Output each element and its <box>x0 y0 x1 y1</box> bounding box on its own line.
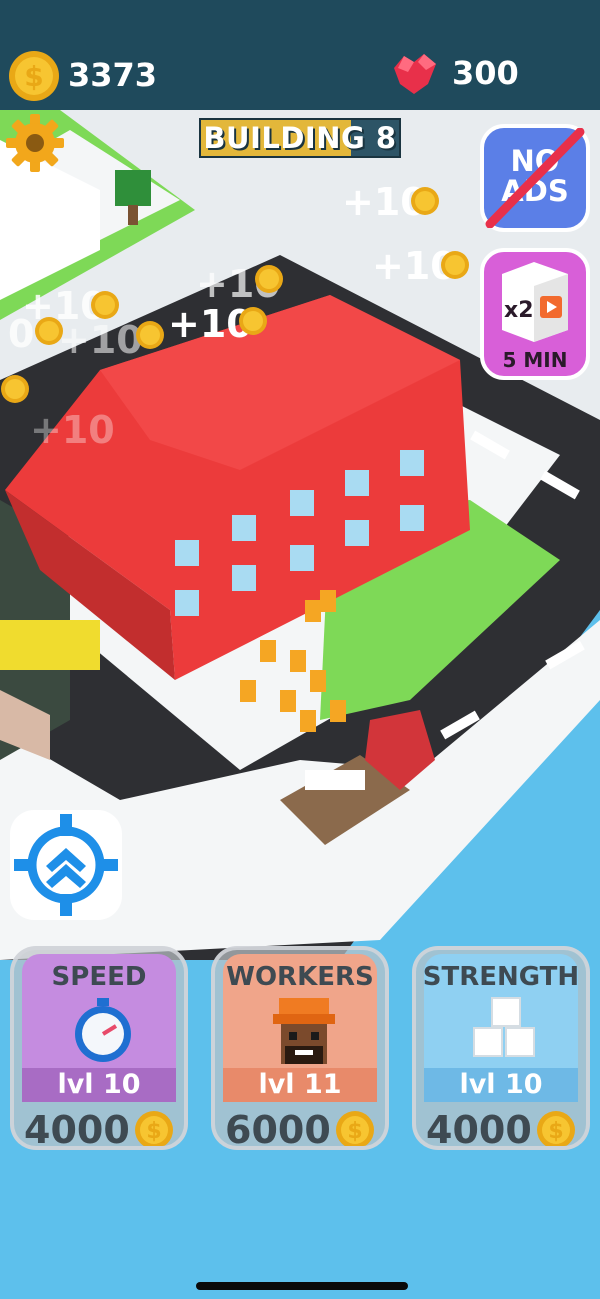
building-progress-banner: BUILDING 8 <box>199 118 401 158</box>
no-ads-button[interactable]: NO ADS <box>480 124 590 232</box>
coin-icon: $ <box>336 1111 374 1146</box>
gem-icon <box>388 50 440 96</box>
upgrade-workers-card[interactable]: WORKERS lvl 11 6000 $ <box>211 946 389 1150</box>
boost-duration: 5 MIN <box>502 348 568 372</box>
coin-icon <box>91 291 119 319</box>
upgrade-level: lvl 10 <box>424 1068 578 1102</box>
coin-icon: $ <box>537 1111 575 1146</box>
reward-popup: +10 <box>58 318 143 362</box>
strike-icon <box>485 128 585 228</box>
upgrade-cost: 4000 <box>426 1108 532 1150</box>
coin-balance: 3373 <box>68 56 158 94</box>
svg-text:$: $ <box>146 1119 161 1144</box>
svg-text:$: $ <box>24 60 43 93</box>
focus-building-button[interactable] <box>10 810 122 920</box>
coin-icon: $ <box>8 50 60 102</box>
upgrade-cost: 6000 <box>225 1108 331 1150</box>
building-label: BUILDING <box>203 121 366 155</box>
building-number: 8 <box>375 121 397 155</box>
upgrade-cost: 4000 <box>24 1108 130 1150</box>
gear-icon <box>6 114 64 172</box>
upgrade-title: WORKERS <box>226 962 374 992</box>
double-income-button[interactable]: x2 5 MIN <box>480 248 590 380</box>
stopwatch-icon <box>75 998 131 1062</box>
coin-icon <box>35 317 63 345</box>
upgrade-level: lvl 11 <box>223 1068 377 1102</box>
svg-text:$: $ <box>548 1119 563 1144</box>
coin-icon <box>255 265 283 293</box>
upgrade-level: lvl 10 <box>22 1068 176 1102</box>
coin-icon <box>411 187 439 215</box>
video-ad-icon <box>502 262 568 342</box>
settings-button[interactable] <box>4 112 66 174</box>
svg-text:$: $ <box>347 1119 362 1144</box>
multiplier-label: x2 <box>504 298 534 323</box>
reward-popup: 0 <box>8 312 35 356</box>
coin-icon <box>239 307 267 335</box>
crosshair-arrows-icon <box>14 814 118 916</box>
upgrade-title: SPEED <box>51 962 147 992</box>
stacked-blocks-icon <box>473 997 535 1057</box>
worker-helmet-icon <box>273 998 335 1064</box>
upgrade-title: STRENGTH <box>422 962 580 992</box>
coin-icon <box>441 251 469 279</box>
coin-icon <box>136 321 164 349</box>
reward-popup: +10 <box>30 408 115 452</box>
gem-balance: 300 <box>452 54 519 92</box>
home-indicator[interactable] <box>196 1282 408 1290</box>
building-title: BUILDING 8 <box>201 120 399 156</box>
upgrade-strength-card[interactable]: STRENGTH lvl 10 4000 $ <box>412 946 590 1150</box>
upgrade-speed-card[interactable]: SPEED lvl 10 4000 $ <box>10 946 188 1150</box>
coin-icon <box>1 375 29 403</box>
coin-icon: $ <box>135 1111 173 1146</box>
